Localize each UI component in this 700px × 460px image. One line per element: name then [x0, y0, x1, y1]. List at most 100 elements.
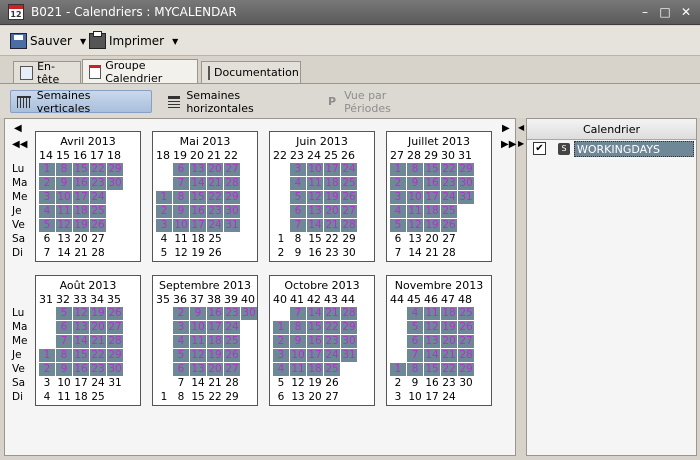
day-cell[interactable]: 29	[224, 391, 240, 404]
day-cell[interactable]: 4	[39, 391, 55, 404]
day-cell[interactable]: 24	[90, 377, 106, 390]
working-day-cell[interactable]: 12	[424, 321, 440, 334]
working-day-cell[interactable]: 30	[241, 307, 257, 320]
day-cell[interactable]: 22	[207, 391, 223, 404]
working-day-cell[interactable]: 29	[458, 163, 474, 176]
day-cell[interactable]: 29	[341, 233, 357, 246]
working-day-cell[interactable]: 13	[424, 335, 440, 348]
collapse-right-arrow-icon[interactable]: ▶	[518, 139, 524, 148]
working-day-cell[interactable]: 24	[224, 321, 240, 334]
working-day-cell[interactable]: 14	[307, 307, 323, 320]
day-cell[interactable]: 14	[56, 247, 72, 260]
day-cell[interactable]: 23	[324, 247, 340, 260]
day-cell[interactable]: 2	[390, 377, 406, 390]
working-day-cell[interactable]: 1	[39, 163, 55, 176]
working-day-cell[interactable]: 29	[107, 349, 123, 362]
working-day-cell[interactable]: 21	[324, 307, 340, 320]
day-cell[interactable]: 23	[441, 377, 457, 390]
working-day-cell[interactable]: 8	[290, 321, 306, 334]
working-day-cell[interactable]: 12	[190, 349, 206, 362]
day-cell[interactable]: 3	[390, 391, 406, 404]
working-day-cell[interactable]: 15	[424, 163, 440, 176]
day-cell[interactable]: 30	[458, 377, 474, 390]
working-day-cell[interactable]: 3	[273, 349, 289, 362]
working-day-cell[interactable]: 2	[156, 205, 172, 218]
close-button[interactable]: ✕	[679, 5, 693, 19]
working-day-cell[interactable]: 21	[207, 177, 223, 190]
day-cell[interactable]: 18	[190, 233, 206, 246]
day-cell[interactable]: 27	[441, 233, 457, 246]
working-day-cell[interactable]: 30	[107, 363, 123, 376]
working-day-cell[interactable]: 16	[307, 335, 323, 348]
working-day-cell[interactable]: 19	[424, 219, 440, 232]
working-day-cell[interactable]: 1	[390, 163, 406, 176]
working-day-cell[interactable]: 24	[90, 191, 106, 204]
working-day-cell[interactable]: 9	[407, 177, 423, 190]
working-day-cell[interactable]: 14	[424, 349, 440, 362]
working-day-cell[interactable]: 19	[207, 349, 223, 362]
working-day-cell[interactable]: 6	[407, 335, 423, 348]
minimize-button[interactable]: –	[638, 5, 652, 19]
day-cell[interactable]: 15	[307, 233, 323, 246]
working-day-cell[interactable]: 7	[56, 335, 72, 348]
working-day-cell[interactable]: 22	[90, 349, 106, 362]
working-day-cell[interactable]: 7	[290, 307, 306, 320]
working-day-cell[interactable]: 5	[407, 321, 423, 334]
working-day-cell[interactable]: 27	[224, 363, 240, 376]
day-cell[interactable]: 6	[39, 233, 55, 246]
day-cell[interactable]: 27	[324, 391, 340, 404]
day-cell[interactable]: 10	[407, 391, 423, 404]
working-day-cell[interactable]: 16	[73, 363, 89, 376]
working-day-cell[interactable]: 19	[324, 191, 340, 204]
working-day-cell[interactable]: 24	[207, 219, 223, 232]
working-day-cell[interactable]: 27	[341, 205, 357, 218]
day-cell[interactable]: 28	[90, 247, 106, 260]
working-day-cell[interactable]: 16	[190, 205, 206, 218]
working-day-cell[interactable]: 1	[390, 363, 406, 376]
working-day-cell[interactable]: 26	[107, 307, 123, 320]
working-day-cell[interactable]: 4	[273, 363, 289, 376]
working-day-cell[interactable]: 2	[39, 363, 55, 376]
working-day-cell[interactable]: 13	[307, 205, 323, 218]
working-day-cell[interactable]: 8	[173, 191, 189, 204]
prev-year-arrow-icon[interactable]: ◀◀	[12, 140, 27, 150]
day-cell[interactable]: 20	[424, 233, 440, 246]
day-cell[interactable]: 9	[290, 247, 306, 260]
working-day-cell[interactable]: 5	[173, 349, 189, 362]
working-day-cell[interactable]: 1	[39, 349, 55, 362]
day-cell[interactable]: 14	[407, 247, 423, 260]
next-year-arrow-icon[interactable]: ▶▶	[501, 140, 516, 150]
working-day-cell[interactable]: 27	[224, 163, 240, 176]
period-view-button[interactable]: P Vue par Périodes	[322, 89, 432, 115]
working-day-cell[interactable]: 17	[307, 349, 323, 362]
working-day-cell[interactable]: 31	[224, 219, 240, 232]
maximize-button[interactable]: □	[658, 5, 672, 19]
working-day-cell[interactable]: 28	[341, 307, 357, 320]
working-day-cell[interactable]: 11	[424, 307, 440, 320]
working-day-cell[interactable]: 2	[39, 177, 55, 190]
working-day-cell[interactable]: 20	[441, 335, 457, 348]
working-day-cell[interactable]: 28	[458, 349, 474, 362]
working-day-cell[interactable]: 18	[424, 205, 440, 218]
vertical-weeks-button[interactable]: Semaines verticales	[10, 89, 152, 115]
working-day-cell[interactable]: 31	[341, 349, 357, 362]
working-day-cell[interactable]: 19	[73, 219, 89, 232]
working-day-cell[interactable]: 9	[56, 363, 72, 376]
working-day-cell[interactable]: 30	[224, 205, 240, 218]
working-day-cell[interactable]: 21	[324, 219, 340, 232]
working-day-cell[interactable]: 2	[273, 335, 289, 348]
working-day-cell[interactable]: 26	[90, 219, 106, 232]
day-cell[interactable]: 3	[39, 377, 55, 390]
working-day-cell[interactable]: 17	[324, 163, 340, 176]
working-day-cell[interactable]: 8	[56, 349, 72, 362]
day-cell[interactable]: 8	[173, 391, 189, 404]
working-day-cell[interactable]: 23	[324, 335, 340, 348]
day-cell[interactable]: 16	[307, 247, 323, 260]
working-day-cell[interactable]: 14	[307, 219, 323, 232]
day-cell[interactable]: 24	[441, 391, 457, 404]
day-cell[interactable]: 28	[224, 377, 240, 390]
day-cell[interactable]: 7	[39, 247, 55, 260]
working-day-cell[interactable]: 26	[441, 219, 457, 232]
working-day-cell[interactable]: 26	[458, 321, 474, 334]
collapse-left-arrow-icon[interactable]: ◀	[518, 123, 524, 132]
